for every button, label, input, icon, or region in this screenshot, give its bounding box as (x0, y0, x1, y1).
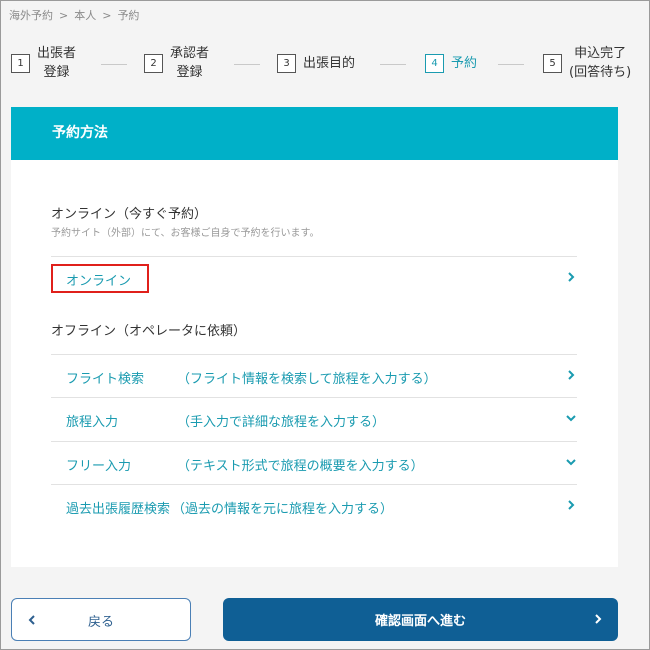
breadcrumb-item[interactable]: 本人 (74, 9, 96, 22)
option-description: （テキスト形式で旅程の概要を入力する） (177, 459, 424, 474)
step-number: 1 (11, 53, 30, 73)
chevron-right-icon (595, 614, 602, 624)
step-label-line: 申込完了 (574, 46, 627, 61)
option-description: （手入力で詳細な旅程を入力する） (177, 415, 386, 430)
offline-option-itinerary-input[interactable]: 旅程入力 （手入力で詳細な旅程を入力する） (51, 397, 577, 440)
step-divider (101, 64, 127, 65)
offline-option-free-input[interactable]: フリー入力 （テキスト形式で旅程の概要を入力する） (51, 441, 577, 484)
breadcrumb: 海外予約 > 本人 > 予約 (9, 7, 139, 23)
step-label: 予約 (451, 55, 478, 71)
reservation-method-card: 予約方法 オンライン（今すぐ予約） 予約サイト（外部）にて、お客様ご自身で予約を… (11, 107, 618, 567)
step-label-line: (回答待ち) (569, 65, 632, 80)
breadcrumb-separator: > (102, 9, 112, 22)
option-label[interactable]: フライト検索 (66, 368, 144, 387)
step-label: 申込完了 (回答待ち) (569, 44, 631, 82)
step-5: 5 申込完了 (回答待ち) (543, 41, 631, 85)
option-label[interactable]: フリー入力 (66, 455, 131, 474)
offline-option-flight-search[interactable]: フライト検索 （フライト情報を検索して旅程を入力する） (51, 354, 577, 397)
step-1: 1 出張者 登録 (11, 41, 76, 85)
online-option-label[interactable]: オンライン (66, 270, 131, 289)
back-button-label: 戻る (87, 615, 114, 630)
step-label: 出張者 登録 (37, 44, 76, 82)
step-divider (234, 64, 260, 65)
step-label-line: 登録 (43, 65, 70, 80)
option-description: （フライト情報を検索して旅程を入力する） (177, 372, 437, 387)
card-header: 予約方法 (11, 107, 618, 160)
step-label-line: 出張者 (37, 46, 77, 61)
option-label[interactable]: 旅程入力 (66, 411, 118, 430)
proceed-button-label: 確認画面へ進む (374, 614, 466, 629)
progress-steps: 1 出張者 登録 2 承認者 登録 3 出張目的 4 予約 5 申込完了 (回答… (1, 41, 650, 91)
breadcrumb-item[interactable]: 海外予約 (9, 9, 53, 22)
online-section-description: 予約サイト（外部）にて、お客様ご自身で予約を行います。 (51, 228, 320, 239)
step-label: 出張目的 (303, 55, 356, 71)
step-label: 承認者 登録 (170, 44, 209, 82)
online-section-title: オンライン（今すぐ予約） (51, 207, 208, 222)
step-number: 2 (144, 53, 163, 73)
proceed-to-confirm-button[interactable]: 確認画面へ進む (223, 598, 618, 641)
breadcrumb-separator: > (59, 9, 69, 22)
step-divider (498, 64, 524, 65)
step-number: 5 (543, 53, 562, 73)
step-label-line: 承認者 (170, 46, 210, 61)
step-divider (380, 64, 406, 65)
step-3: 3 出張目的 (277, 41, 355, 85)
offline-option-past-trip-search[interactable]: 過去出張履歴検索 （過去の情報を元に旅程を入力する） (51, 484, 577, 527)
chevron-right-icon[interactable] (565, 499, 577, 511)
step-4: 4 予約 (425, 41, 477, 85)
step-label-line: 登録 (176, 65, 203, 80)
step-number: 3 (277, 53, 296, 73)
chevron-down-icon[interactable] (565, 456, 577, 468)
back-button[interactable]: 戻る (11, 598, 191, 641)
chevron-right-icon[interactable] (565, 369, 577, 381)
offline-section-title: オフライン（オペレータに依頼） (51, 324, 247, 339)
option-description: （過去の情報を元に旅程を入力する） (172, 502, 394, 517)
chevron-down-icon[interactable] (565, 412, 577, 424)
online-option-row[interactable]: オンライン (51, 256, 577, 299)
option-label[interactable]: 過去出張履歴検索 (66, 498, 170, 517)
chevron-right-icon[interactable] (565, 271, 577, 283)
step-number: 4 (425, 53, 444, 73)
breadcrumb-item: 予約 (117, 9, 140, 22)
page-frame: 海外予約 > 本人 > 予約 1 出張者 登録 2 承認者 登録 3 出張目的 4 予約 (0, 0, 650, 650)
step-2: 2 承認者 登録 (144, 41, 209, 85)
